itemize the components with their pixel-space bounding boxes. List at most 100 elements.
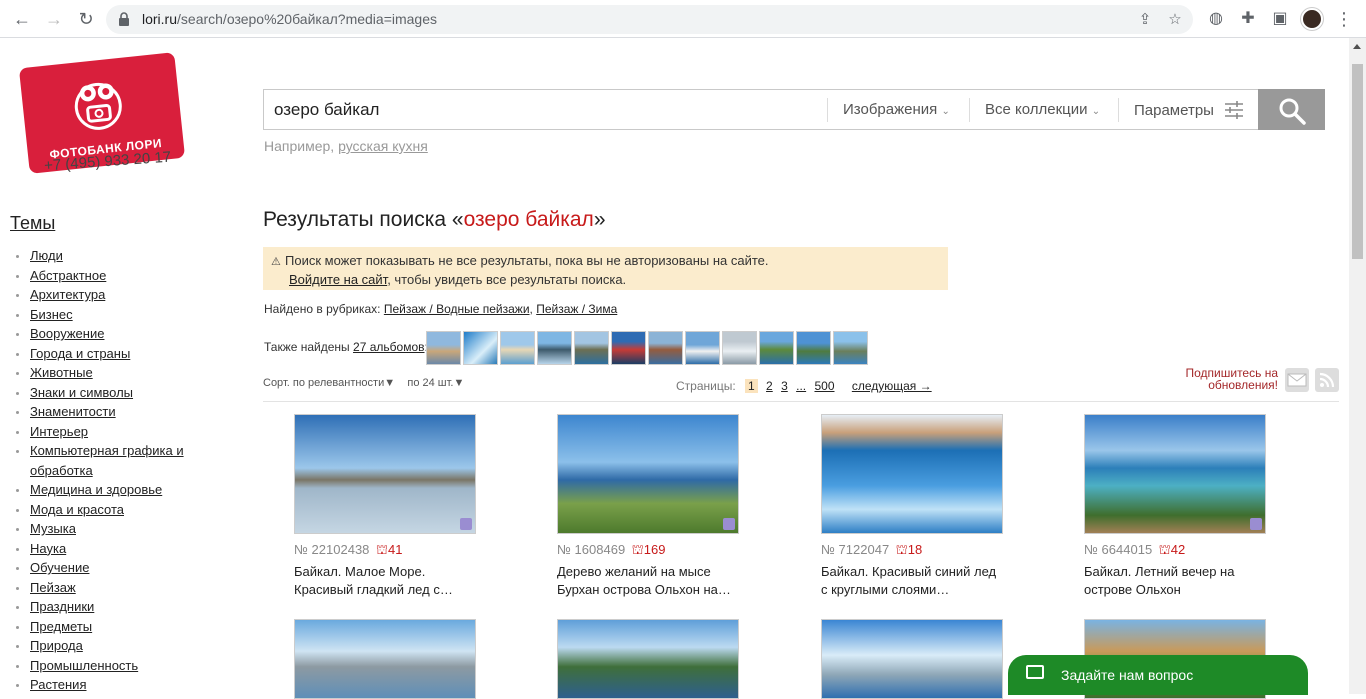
album-thumb[interactable]	[574, 331, 609, 365]
page-link[interactable]: 2	[766, 379, 773, 393]
topic-item[interactable]: Природа	[14, 636, 184, 656]
photo-thumbnail[interactable]	[557, 619, 739, 699]
topic-item[interactable]: Мода и красота	[14, 500, 184, 520]
example-link[interactable]: русская кухня	[338, 138, 428, 154]
topic-item[interactable]: Архитектура	[14, 285, 184, 305]
album-thumb[interactable]	[463, 331, 498, 365]
photo-thumbnail[interactable]	[557, 414, 739, 534]
topic-item[interactable]: Пейзаж	[14, 578, 184, 598]
media-filter-dropdown[interactable]: Изображения ⌄	[843, 101, 950, 118]
collection-filter-dropdown[interactable]: Все коллекции ⌄	[985, 101, 1100, 118]
topic-item[interactable]: Компьютерная графика и	[14, 441, 184, 461]
back-icon[interactable]: ←	[12, 9, 32, 29]
rss-icon[interactable]	[1315, 368, 1339, 392]
photo-caption[interactable]: Байкал. Красивый синий лед с круглыми сл…	[821, 563, 1001, 599]
topic-item[interactable]: Промышленность	[14, 656, 184, 676]
extensions-puzzle-icon[interactable]: ✚	[1238, 9, 1258, 29]
sort-dropdown[interactable]: Сорт. по релевантности▼	[263, 377, 395, 389]
address-bar[interactable]: lori.ru/search/озеро%20байкал?media=imag…	[106, 5, 1193, 34]
photo-meta: № 6644015 ⛫42	[1084, 542, 1186, 557]
per-page-dropdown[interactable]: по 24 шт.▼	[407, 377, 464, 389]
album-thumb[interactable]	[500, 331, 535, 365]
rubric-link[interactable]: Пейзаж / Зима	[536, 302, 617, 316]
album-thumb[interactable]	[611, 331, 646, 365]
photo-caption[interactable]: Байкал. Малое Море. Красивый гладкий лед…	[294, 563, 474, 599]
topic-item[interactable]: Бизнес	[14, 305, 184, 325]
translate-icon[interactable]: ◍	[1206, 9, 1226, 29]
side-panel-icon[interactable]: ▣	[1270, 9, 1290, 29]
topic-item[interactable]: Растения	[14, 675, 184, 695]
album-thumb[interactable]	[722, 331, 757, 365]
found-rubrics: Найдено в рубриках: Пейзаж / Водные пейз…	[264, 302, 618, 316]
search-button[interactable]	[1258, 89, 1325, 130]
likes-count: ⛫18	[895, 542, 923, 557]
chat-widget-button[interactable]: Задайте нам вопрос	[1008, 655, 1308, 695]
topic-item[interactable]: Обучение	[14, 558, 184, 578]
photo-caption[interactable]: Байкал. Летний вечер на острове Ольхон	[1084, 563, 1264, 599]
search-input[interactable]: озеро байкал	[274, 100, 379, 120]
forward-icon[interactable]: →	[44, 9, 64, 29]
chevron-down-icon: ⌄	[1091, 106, 1101, 117]
lock-icon	[119, 12, 129, 26]
album-thumbnails	[426, 331, 868, 365]
photo-thumbnail[interactable]	[294, 414, 476, 534]
subscribe-link[interactable]: Подпишитесь на обновления!	[1160, 367, 1279, 391]
photo-card[interactable]	[557, 619, 747, 699]
page-link[interactable]: 3	[781, 379, 788, 393]
next-page-link[interactable]: следующая →	[852, 379, 932, 393]
rubric-link[interactable]: Пейзаж / Водные пейзажи	[384, 302, 530, 316]
bookmark-star-icon[interactable]: ☆	[1166, 11, 1184, 29]
topic-item[interactable]: Праздники	[14, 597, 184, 617]
auth-notice: ⚠ Поиск может показывать не все результат…	[263, 247, 948, 290]
album-thumb[interactable]	[796, 331, 831, 365]
albums-link[interactable]: 27 альбомов	[353, 340, 424, 354]
reload-icon[interactable]: ↻	[76, 9, 96, 29]
topic-item[interactable]: Вооружение	[14, 324, 184, 344]
topic-item-continued[interactable]: обработка	[14, 461, 184, 481]
album-thumb[interactable]	[759, 331, 794, 365]
photo-card[interactable]: № 1608469 ⛫169 Дерево желаний на мысе Бу…	[557, 414, 747, 599]
photo-thumbnail[interactable]	[821, 619, 1003, 699]
divider	[263, 401, 1339, 402]
photo-card[interactable]	[294, 619, 484, 699]
photo-card[interactable]	[821, 619, 1011, 699]
likes-count: ⛫42	[1158, 542, 1186, 557]
page-scrollbar[interactable]	[1349, 38, 1366, 694]
scroll-up-arrow-icon[interactable]	[1353, 44, 1361, 49]
topic-item[interactable]: Абстрактное	[14, 266, 184, 286]
login-link[interactable]: Войдите на сайт	[289, 272, 387, 287]
menu-kebab-icon[interactable]: ⋮	[1334, 9, 1354, 29]
photo-caption[interactable]: Дерево желаний на мысе Бурхан острова Ол…	[557, 563, 737, 599]
topic-item[interactable]: Знаменитости	[14, 402, 184, 422]
album-thumb[interactable]	[537, 331, 572, 365]
topic-item[interactable]: Предметы	[14, 617, 184, 637]
photo-card[interactable]: № 7122047 ⛫18 Байкал. Красивый синий лед…	[821, 414, 1011, 599]
album-thumb[interactable]	[426, 331, 461, 365]
photo-thumbnail[interactable]	[294, 619, 476, 699]
divider	[827, 98, 828, 122]
topic-item[interactable]: Медицина и здоровье	[14, 480, 184, 500]
page-link[interactable]: 500	[814, 379, 834, 393]
params-button[interactable]: Параметры	[1134, 101, 1244, 119]
topic-item[interactable]: Животные	[14, 363, 184, 383]
topic-item[interactable]: Знаки и символы	[14, 383, 184, 403]
album-thumb[interactable]	[833, 331, 868, 365]
photo-card[interactable]: № 6644015 ⛫42 Байкал. Летний вечер на ос…	[1084, 414, 1274, 599]
album-thumb[interactable]	[685, 331, 720, 365]
photo-thumbnail[interactable]	[821, 414, 1003, 534]
topics-heading[interactable]: Темы	[10, 213, 55, 234]
page-current: 1	[745, 379, 758, 393]
photo-card[interactable]: № 22102438 ⛫41 Байкал. Малое Море. Краси…	[294, 414, 484, 599]
topic-item[interactable]: Музыка	[14, 519, 184, 539]
topic-item[interactable]: Города и страны	[14, 344, 184, 364]
album-thumb[interactable]	[648, 331, 683, 365]
profile-avatar[interactable]	[1301, 8, 1323, 30]
scroll-thumb[interactable]	[1352, 64, 1363, 259]
topic-item[interactable]: Люди	[14, 246, 184, 266]
mail-icon[interactable]	[1285, 368, 1309, 392]
share-icon[interactable]: ⇪	[1136, 11, 1154, 29]
photo-thumbnail[interactable]	[1084, 414, 1266, 534]
topic-item[interactable]: Интерьер	[14, 422, 184, 442]
results-title: Результаты поиска «озеро байкал»	[263, 208, 606, 231]
topic-item[interactable]: Наука	[14, 539, 184, 559]
